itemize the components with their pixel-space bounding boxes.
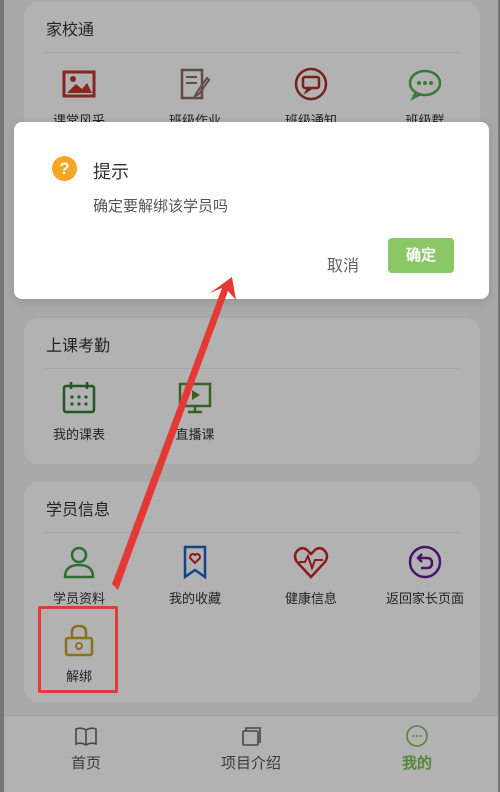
confirm-button[interactable]: 确定	[388, 238, 454, 273]
highlight-box	[38, 606, 118, 693]
question-icon: ?	[52, 156, 77, 181]
cancel-button[interactable]: 取消	[323, 246, 363, 282]
confirm-dialog: ? 提示 确定要解绑该学员吗 取消 确定	[14, 122, 489, 299]
dialog-title: 提示	[93, 162, 129, 182]
dialog-message: 确定要解绑该学员吗	[93, 198, 229, 215]
